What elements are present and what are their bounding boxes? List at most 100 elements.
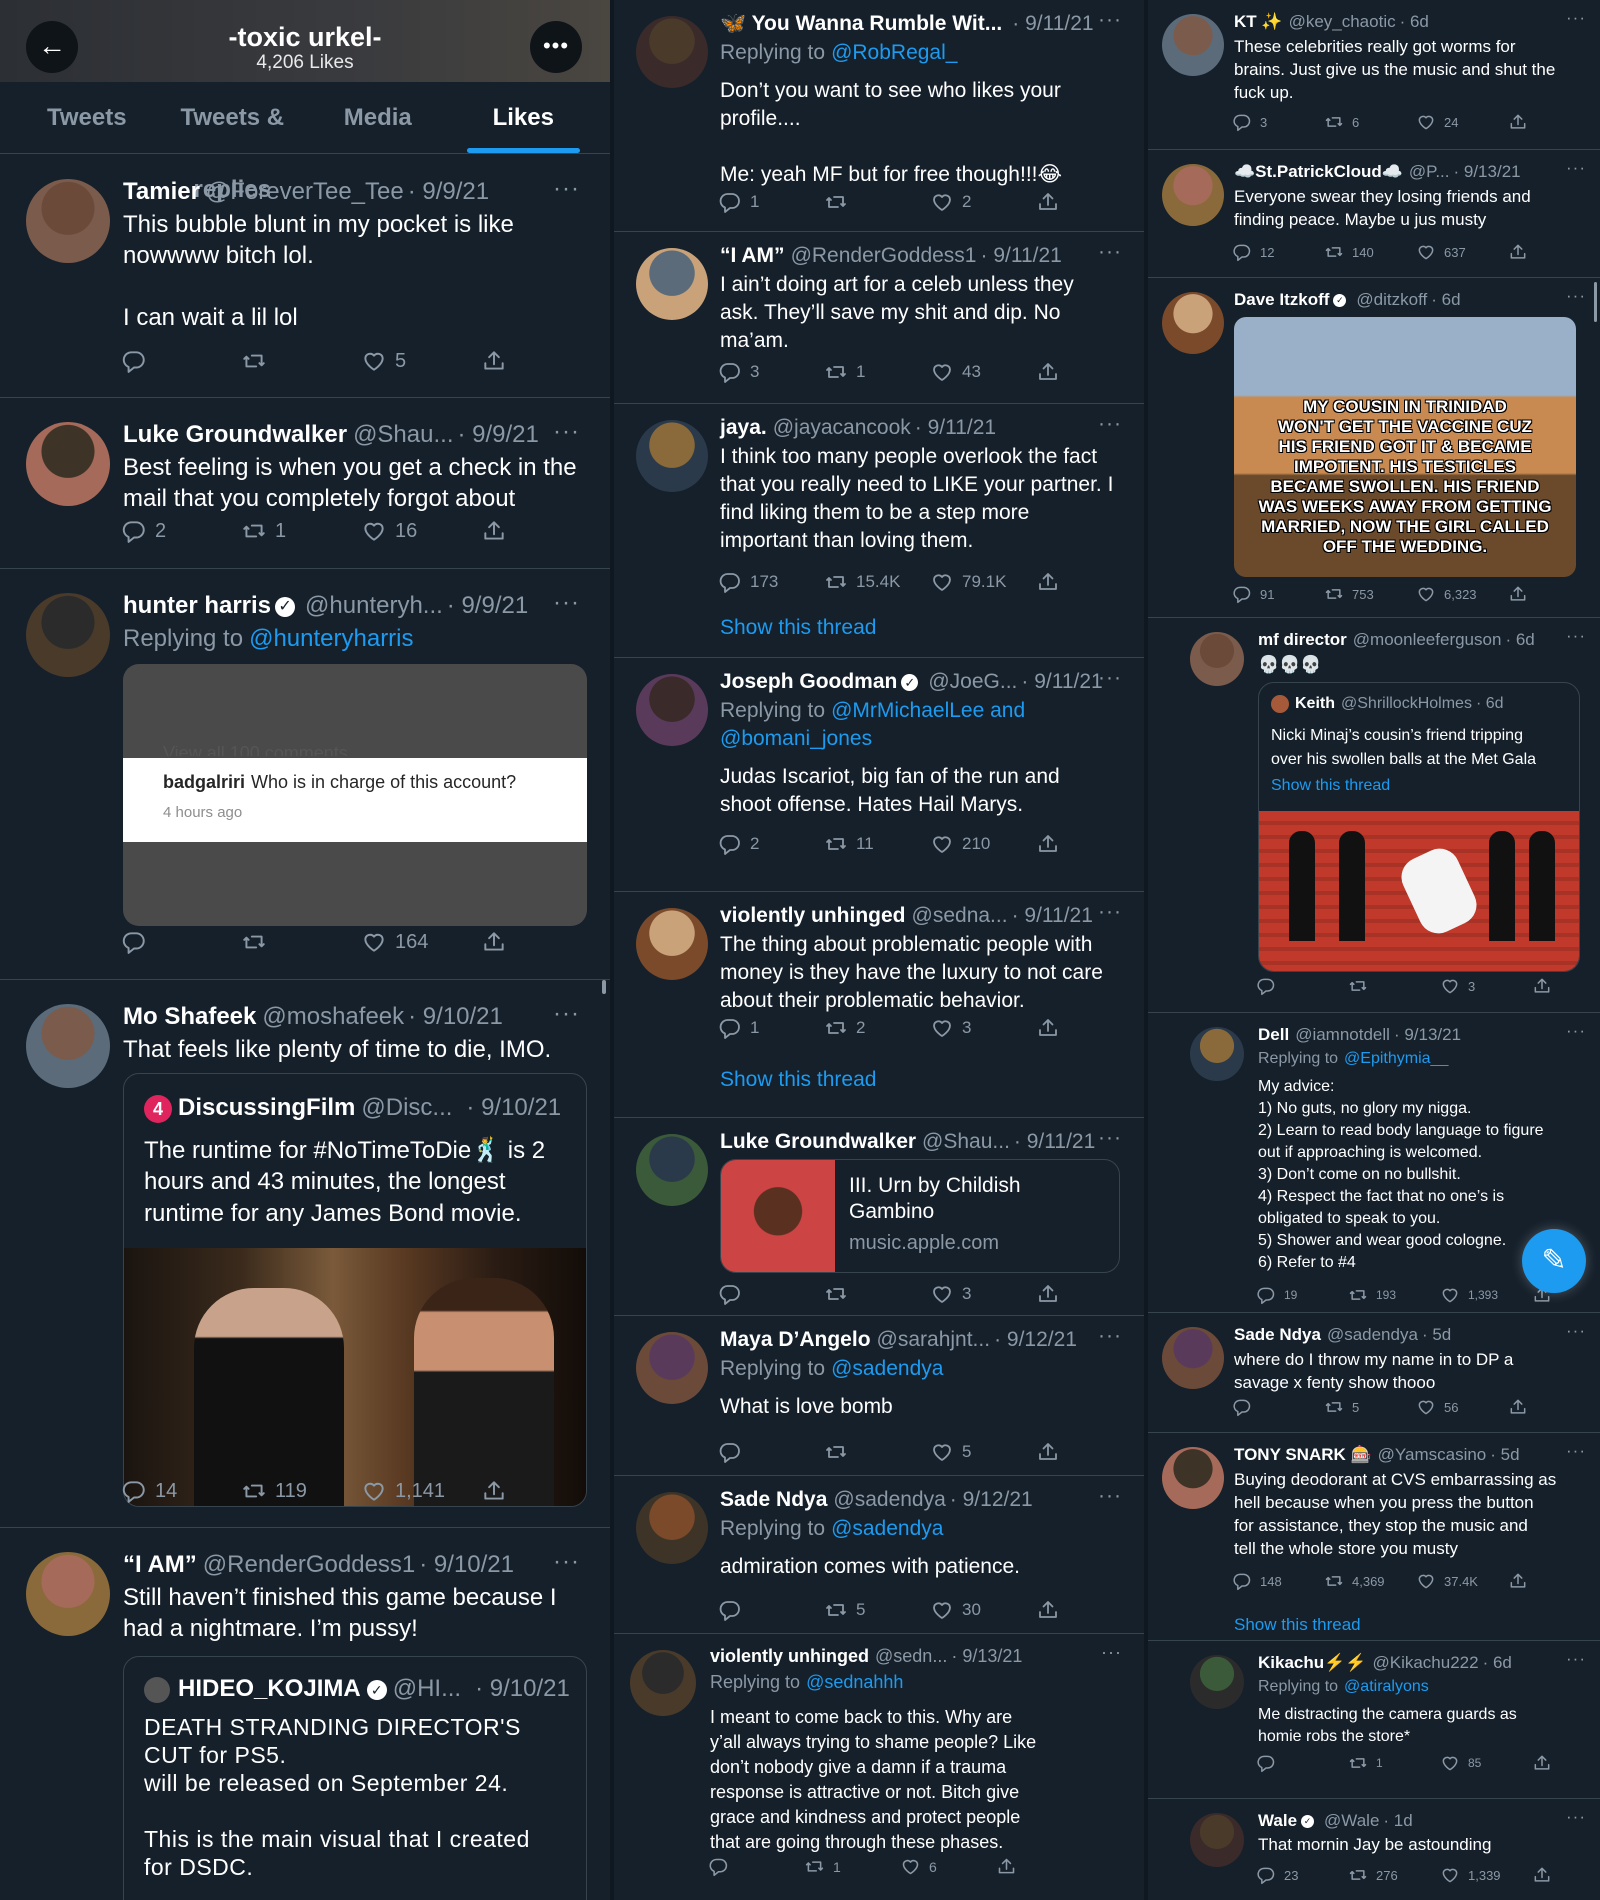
like-button[interactable]: 37.4K [1416,1571,1508,1591]
share-button[interactable] [1036,570,1076,594]
display-name[interactable]: Wale [1258,1811,1297,1830]
tweet[interactable]: violently unhinged @sedna... · 9/11/21 ··· T… [614,892,1144,1118]
retweet-button[interactable]: 11 [824,832,930,856]
tab-likes[interactable]: Likes [451,82,597,153]
display-name[interactable]: Kikachu⚡️⚡️ [1258,1653,1366,1672]
tweet[interactable]: Sade Ndya @sadendya · 5d ··· where do I thro… [1148,1313,1600,1433]
tweet[interactable]: Dave Itzkoff ✓ @ditzkoff · 6d ··· MY COUSIN I… [1148,278,1600,618]
retweet-button[interactable]: 1 [241,518,361,544]
scrollbar[interactable] [1594,282,1597,322]
handle[interactable]: @ditzkoff [1356,290,1427,309]
like-button[interactable]: 30 [930,1598,1036,1622]
retweet-button[interactable] [241,929,361,955]
like-button[interactable]: 24 [1416,112,1508,132]
retweet-button[interactable]: 1 [1348,1753,1440,1773]
tweet-date[interactable]: · 9/9/21 [408,178,489,205]
reply-button[interactable]: 3 [1232,112,1324,132]
like-button[interactable]: 5 [930,1440,1036,1464]
more-options-icon[interactable]: ··· [1566,1649,1586,1669]
met-gala-photo[interactable] [1259,811,1579,971]
handle[interactable]: @jayacancook [773,416,911,439]
mention-link[interactable]: @RobRegal_ [831,41,957,64]
tweet[interactable]: “I AM” @RenderGoddess1 · 9/11/21 ··· I ain’t… [614,232,1144,404]
retweet-button[interactable]: 753 [1324,584,1416,604]
handle[interactable]: @key_chaotic [1289,12,1396,31]
handle[interactable]: @RenderGoddess1 [791,244,977,267]
reply-button[interactable]: 173 [718,570,824,594]
retweet-button[interactable]: 140 [1324,242,1416,262]
avatar[interactable] [26,422,110,506]
tweet-date[interactable]: · 9/13/21 [951,1646,1022,1666]
more-options-icon[interactable]: ··· [1566,8,1586,28]
share-button[interactable] [1532,1753,1572,1773]
tab-tweets[interactable]: Tweets [14,82,160,153]
tweet-media-image[interactable]: View all 100 comments badgalriri Who is in… [123,664,587,926]
like-button[interactable]: 3 [930,1016,1036,1040]
retweet-button[interactable]: 193 [1348,1285,1440,1305]
handle[interactable]: @Wale [1324,1811,1379,1830]
avatar[interactable] [636,908,708,980]
more-options-icon[interactable]: ··· [553,1000,580,1028]
link-card[interactable]: III. Urn by Childish Gambino music.apple.c… [720,1159,1120,1273]
avatar[interactable] [26,1004,110,1088]
like-button[interactable]: 2 [930,190,1036,214]
compose-tweet-button[interactable]: ✎ [1522,1229,1586,1293]
reply-button[interactable]: 91 [1232,584,1324,604]
retweet-button[interactable]: 4,369 [1324,1571,1416,1591]
share-button[interactable] [1508,584,1548,604]
like-button[interactable]: 1,141 [361,1478,481,1504]
avatar[interactable] [26,179,110,263]
retweet-button[interactable]: 6 [1324,112,1416,132]
avatar[interactable] [1190,1813,1244,1867]
retweet-button[interactable] [824,1440,930,1464]
avatar[interactable] [26,593,110,677]
mention-link[interactable]: @MrMichaelLee and [831,699,1025,722]
avatar[interactable] [1190,1655,1244,1709]
display-name[interactable]: violently unhinged [720,904,906,927]
share-button[interactable] [996,1856,1036,1877]
tweet-date[interactable]: · 9/12/21 [950,1488,1033,1511]
reply-button[interactable]: 2 [718,832,824,856]
reply-button[interactable] [121,348,241,374]
share-button[interactable] [1036,360,1076,384]
more-options-icon[interactable]: ··· [1098,8,1122,32]
tweet-date[interactable]: · 9/10/21 [419,1551,514,1578]
quoted-tweet[interactable]: 4 DiscussingFilm @Disc... · 9/10/21 The runt… [123,1073,587,1507]
retweet-button[interactable] [824,190,930,214]
display-name[interactable]: “I AM” [720,244,785,267]
avatar[interactable] [636,674,708,746]
share-button[interactable] [1036,832,1076,856]
display-name[interactable]: Sade Ndya [720,1488,827,1511]
tab-tweets-replies[interactable]: Tweets & replies [160,82,306,203]
share-button[interactable] [1532,1865,1572,1885]
handle[interactable]: @sedn... [875,1646,947,1666]
reply-button[interactable] [718,1440,824,1464]
more-options-icon[interactable]: ··· [1098,1484,1122,1508]
reply-button[interactable]: 12 [1232,242,1324,262]
tweet[interactable]: 🦋 You Wanna Rumble Wit... · 9/11/21 ··· Rep… [614,0,1144,232]
tweet[interactable]: “I AM” @RenderGoddess1 · 9/10/21 ··· Still h… [0,1528,610,1900]
tweet[interactable]: Kikachu⚡️⚡️ @Kikachu222 · 6d ··· Replying to… [1148,1641,1600,1799]
tweet[interactable]: Luke Groundwalker @Shau... · 9/9/21 ··· Best… [0,398,610,569]
reply-button[interactable] [121,929,241,955]
more-options-icon[interactable]: ··· [553,418,580,446]
more-options-icon[interactable]: ··· [1566,1441,1586,1461]
reply-button[interactable] [1256,1753,1348,1773]
tweet[interactable]: Sade Ndya @sadendya · 9/12/21 ··· Replying t… [614,1476,1144,1634]
quoted-tweet[interactable]: HIDEO_KOJIMA ✓ @HI... · 9/10/21 DEATH STRAND… [123,1656,587,1900]
tweet-date[interactable]: · 9/11/21 [1012,904,1093,927]
retweet-button[interactable]: 2 [824,1016,930,1040]
reply-button[interactable]: 19 [1256,1285,1348,1305]
display-name[interactable]: Dell [1258,1025,1289,1044]
more-options-icon[interactable]: ··· [553,175,580,203]
more-options-icon[interactable]: ··· [1098,900,1122,924]
tweet[interactable]: hunter harris ✓ @hunteryh... · 9/9/21 ··· Rep… [0,569,610,980]
tweet-date[interactable]: · 9/11/21 [1014,1130,1095,1153]
display-name[interactable]: Joseph Goodman [720,670,897,693]
handle[interactable]: @RenderGoddess1 [203,1551,415,1578]
more-options-icon[interactable]: ··· [1098,1324,1122,1348]
avatar[interactable] [1162,164,1224,226]
scrollbar[interactable] [602,980,606,994]
avatar[interactable] [636,1492,708,1564]
avatar[interactable] [636,420,708,492]
